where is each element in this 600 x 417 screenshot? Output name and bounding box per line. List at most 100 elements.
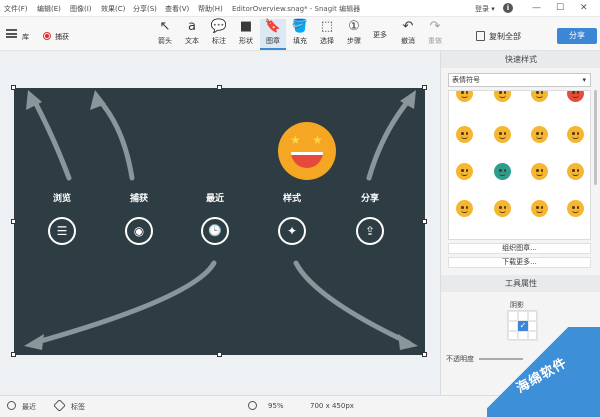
resize-handle[interactable] [422,219,427,224]
library-button[interactable]: 库 [22,32,29,42]
emoji-stamp[interactable] [456,126,473,143]
redo-label: 重做 [428,37,442,45]
copy-icon[interactable] [476,31,485,41]
fill-tool[interactable]: 🪣 填充 [287,19,313,50]
emoji-stamp[interactable] [456,91,473,102]
chevron-down-icon: ▾ [582,76,586,84]
menu-view[interactable]: 查看(V) [165,4,189,14]
search-icon[interactable] [248,401,257,410]
undo-button[interactable]: ↶ 撤消 [395,19,421,50]
scrollbar[interactable] [594,90,597,185]
arrow-tool[interactable]: ↖ 箭头 [152,19,178,50]
emoji-stamp[interactable] [531,163,548,180]
toolbar: 库 捕获 ↖ 箭头 a 文本 💬 标注 ■ 形状 🔖 图章 🪣 填充 ⬚ 选择 ① 步骤 更多 … [0,17,600,51]
copy-all-button[interactable]: 复制全部 [489,31,521,42]
resize-handle[interactable] [217,352,222,357]
share-button[interactable]: 分享 [557,28,597,44]
quick-styles-header: 快速样式 [441,51,600,68]
menu-effects[interactable]: 效果(C) [101,4,125,14]
emoji-stamp[interactable] [494,91,511,102]
arrow-tool-label: 箭头 [158,37,172,45]
fill-icon: 🪣 [291,19,309,34]
stamp-category-select[interactable]: 表情符号 ▾ [448,73,591,87]
info-icon[interactable]: i [503,3,513,13]
stamp-icon: 🔖 [264,19,282,34]
fill-tool-label: 填充 [293,37,307,45]
menu-file[interactable]: 文件(F) [4,4,28,14]
shape-tool[interactable]: ■ 形状 [233,19,259,50]
capture-button[interactable]: 捕获 [55,32,69,42]
callout-icon: 💬 [210,19,228,34]
text-icon: a [188,19,196,34]
canvas-image[interactable]: ★ ★ 浏览 捕获 最近 样式 分享 ☰ ◉ 🕒 ✦ ⇪ [14,88,425,355]
clock-icon[interactable] [7,401,16,410]
step-icon: ① [348,19,360,34]
label-browse: 浏览 [52,194,71,204]
menu-share[interactable]: 分享(S) [133,4,157,14]
emoji-stamp[interactable] [567,91,584,102]
shadow-label: 阴影 [510,301,524,309]
resize-handle[interactable] [11,85,16,90]
login-label[interactable]: 登录 [475,5,489,13]
emoji-stamp[interactable] [494,126,511,143]
menu-help[interactable]: 帮助(H) [198,4,223,14]
smiley-stamp[interactable]: ★ ★ [278,122,336,180]
title-bar: 文件(F) 编辑(E) 图像(I) 效果(C) 分享(S) 查看(V) 帮助(H… [0,0,600,17]
chevron-down-icon[interactable]: ▾ [491,5,495,13]
shape-icon: ■ [239,19,253,34]
maximize-button[interactable]: ☐ [556,3,564,13]
arrow-up-right [366,97,412,181]
resize-handle[interactable] [422,352,427,357]
stamp-grid[interactable] [448,90,591,240]
emoji-stamp[interactable] [531,91,548,102]
emoji-stamp[interactable] [456,200,473,217]
label-share: 分享 [360,194,379,204]
emoji-stamp[interactable] [567,200,584,217]
callout-tool-label: 标注 [212,37,226,45]
label-recent: 最近 [205,194,224,204]
step-tool[interactable]: ① 步骤 [341,19,367,50]
image-size-select[interactable]: 700 x 450px [310,402,354,410]
arrow-down-right [293,260,412,346]
share-icon: ⇪ [356,217,384,245]
menu-edit[interactable]: 编辑(E) [37,4,61,14]
redo-button[interactable]: ↷ 重做 [422,19,448,50]
organize-stamps-button[interactable]: 组织图章... [448,243,591,254]
login-link[interactable]: 登录 ▾ [475,4,495,14]
magic-wand-icon: ✦ [278,217,306,245]
download-more-button[interactable]: 下载更多... [448,257,591,268]
emoji-stamp[interactable] [494,200,511,217]
emoji-stamp[interactable] [494,163,511,180]
emoji-stamp[interactable] [567,126,584,143]
menu-image[interactable]: 图像(I) [70,4,92,14]
capture-icon[interactable] [43,32,51,40]
stamp-tool[interactable]: 🔖 图章 [260,19,286,50]
canvas-area[interactable]: ★ ★ 浏览 捕获 最近 样式 分享 ☰ ◉ 🕒 ✦ ⇪ [0,51,440,395]
undo-label: 撤消 [401,37,415,45]
callout-tool[interactable]: 💬 标注 [206,19,232,50]
emoji-stamp[interactable] [531,126,548,143]
hamburger-icon[interactable] [6,29,17,38]
zoom-select[interactable]: 95% [268,402,284,410]
minimize-button[interactable]: — [532,3,541,13]
close-button[interactable]: ✕ [580,3,588,13]
emoji-stamp[interactable] [567,163,584,180]
more-button[interactable]: 更多 [373,30,387,40]
stamp-tool-label: 图章 [266,37,280,45]
resize-handle[interactable] [11,352,16,357]
emoji-stamp[interactable] [456,163,473,180]
opacity-label: 不透明度 [446,355,474,363]
emoji-stamp[interactable] [531,200,548,217]
resize-handle[interactable] [422,85,427,90]
selection-tool[interactable]: ⬚ 选择 [314,19,340,50]
label-styles: 样式 [282,194,301,204]
tag-icon[interactable] [53,399,66,412]
tags-button[interactable]: 标签 [71,402,85,412]
resize-handle[interactable] [217,85,222,90]
resize-handle[interactable] [11,219,16,224]
recent-button[interactable]: 最近 [22,402,36,412]
arrow-up-left-2 [96,97,135,181]
text-tool[interactable]: a 文本 [179,19,205,50]
smile-mouth [291,152,323,168]
list-icon: ☰ [48,217,76,245]
